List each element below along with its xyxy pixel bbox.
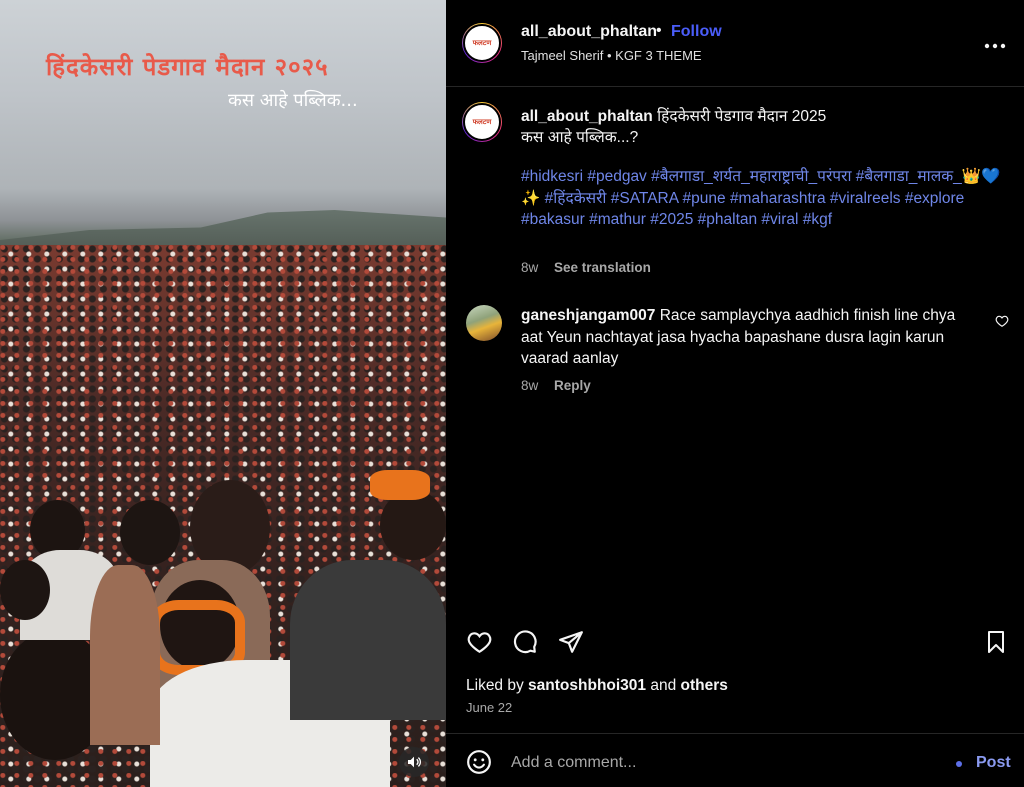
audio-icon: [408, 756, 421, 768]
person-head: [380, 490, 446, 560]
more-icon: [984, 43, 1006, 49]
caption-line1: हिंदकेसरी पेडगाव मैदान 2025: [657, 108, 827, 125]
commenter-avatar[interactable]: [466, 305, 502, 341]
caption-avatar[interactable]: फलटण: [462, 102, 502, 142]
post-detail-panel: फलटण all_about_phaltan • Follow Tajmeel …: [446, 0, 1024, 787]
comment-input[interactable]: Add a comment...: [511, 754, 636, 772]
likes-summary: Liked by santoshbhoi301 and others: [466, 677, 728, 695]
heart-icon: [995, 315, 1009, 327]
caption-hashtags[interactable]: #hidkesri #pedgav #बैलगाडा_शर्यत_महाराष्…: [521, 166, 1001, 231]
avatar[interactable]: फलटण: [462, 23, 502, 63]
caption: all_about_phaltan हिंदकेसरी पेडगाव मैदान…: [521, 106, 1001, 148]
reply-button[interactable]: Reply: [554, 378, 591, 393]
divider: [446, 733, 1024, 734]
person-head: [0, 560, 50, 620]
share-icon[interactable]: [558, 629, 584, 655]
bookmark-icon[interactable]: [984, 629, 1008, 655]
emoji-icon[interactable]: [466, 749, 492, 775]
caption-meta: 8w See translation: [521, 260, 651, 275]
person-shirt: [90, 565, 160, 745]
caption-line2: कस आहे पब्लिक...?: [521, 129, 639, 146]
orange-headband: [370, 470, 430, 500]
avatar-logo: फलटण: [463, 103, 501, 141]
background-hills: [0, 210, 446, 250]
post-date: June 22: [466, 700, 513, 715]
comment-icon[interactable]: [512, 629, 538, 655]
comment: ganeshjangam007 Race samplaychya aadhich…: [521, 305, 981, 370]
more-options-button[interactable]: [984, 32, 1006, 55]
audio-toggle-button[interactable]: [399, 747, 429, 777]
author-username[interactable]: all_about_phaltan: [521, 23, 657, 41]
caption-age: 8w: [521, 260, 539, 275]
comment-meta: 8w Reply: [521, 378, 591, 393]
reel-media[interactable]: हिंदकेसरी पेडगाव मैदान २०२५ कस आहे पब्लि…: [0, 0, 446, 787]
avatar-logo: फलटण: [463, 24, 501, 62]
audio-attribution[interactable]: Tajmeel Sherif • KGF 3 THEME: [521, 48, 702, 63]
liked-by-others[interactable]: others: [681, 677, 728, 694]
liked-by-and: and: [650, 677, 677, 694]
status-dot: [956, 761, 962, 767]
post-header: फलटण all_about_phaltan • Follow Tajmeel …: [446, 0, 1024, 87]
see-translation-link[interactable]: See translation: [554, 260, 651, 275]
liked-by-prefix: Liked by: [466, 677, 524, 694]
person-dark-shirt: [290, 560, 446, 720]
follow-button[interactable]: Follow: [671, 23, 722, 41]
comment-age: 8w: [521, 378, 539, 393]
heart-icon[interactable]: [466, 629, 493, 655]
separator-dot: •: [656, 22, 662, 39]
caption-username[interactable]: all_about_phaltan: [521, 108, 653, 125]
commenter-username[interactable]: ganeshjangam007: [521, 307, 655, 324]
media-subtitle-text: कस आहे पब्लिक...: [228, 90, 358, 111]
comment-like-button[interactable]: [995, 314, 1009, 333]
post-comment-button[interactable]: Post: [976, 754, 1011, 772]
media-title-text: हिंदकेसरी पेडगाव मैदान २०२५: [46, 53, 329, 81]
person-head: [120, 500, 180, 565]
liked-by-user[interactable]: santoshbhoi301: [528, 677, 646, 694]
action-bar: [446, 625, 1024, 659]
